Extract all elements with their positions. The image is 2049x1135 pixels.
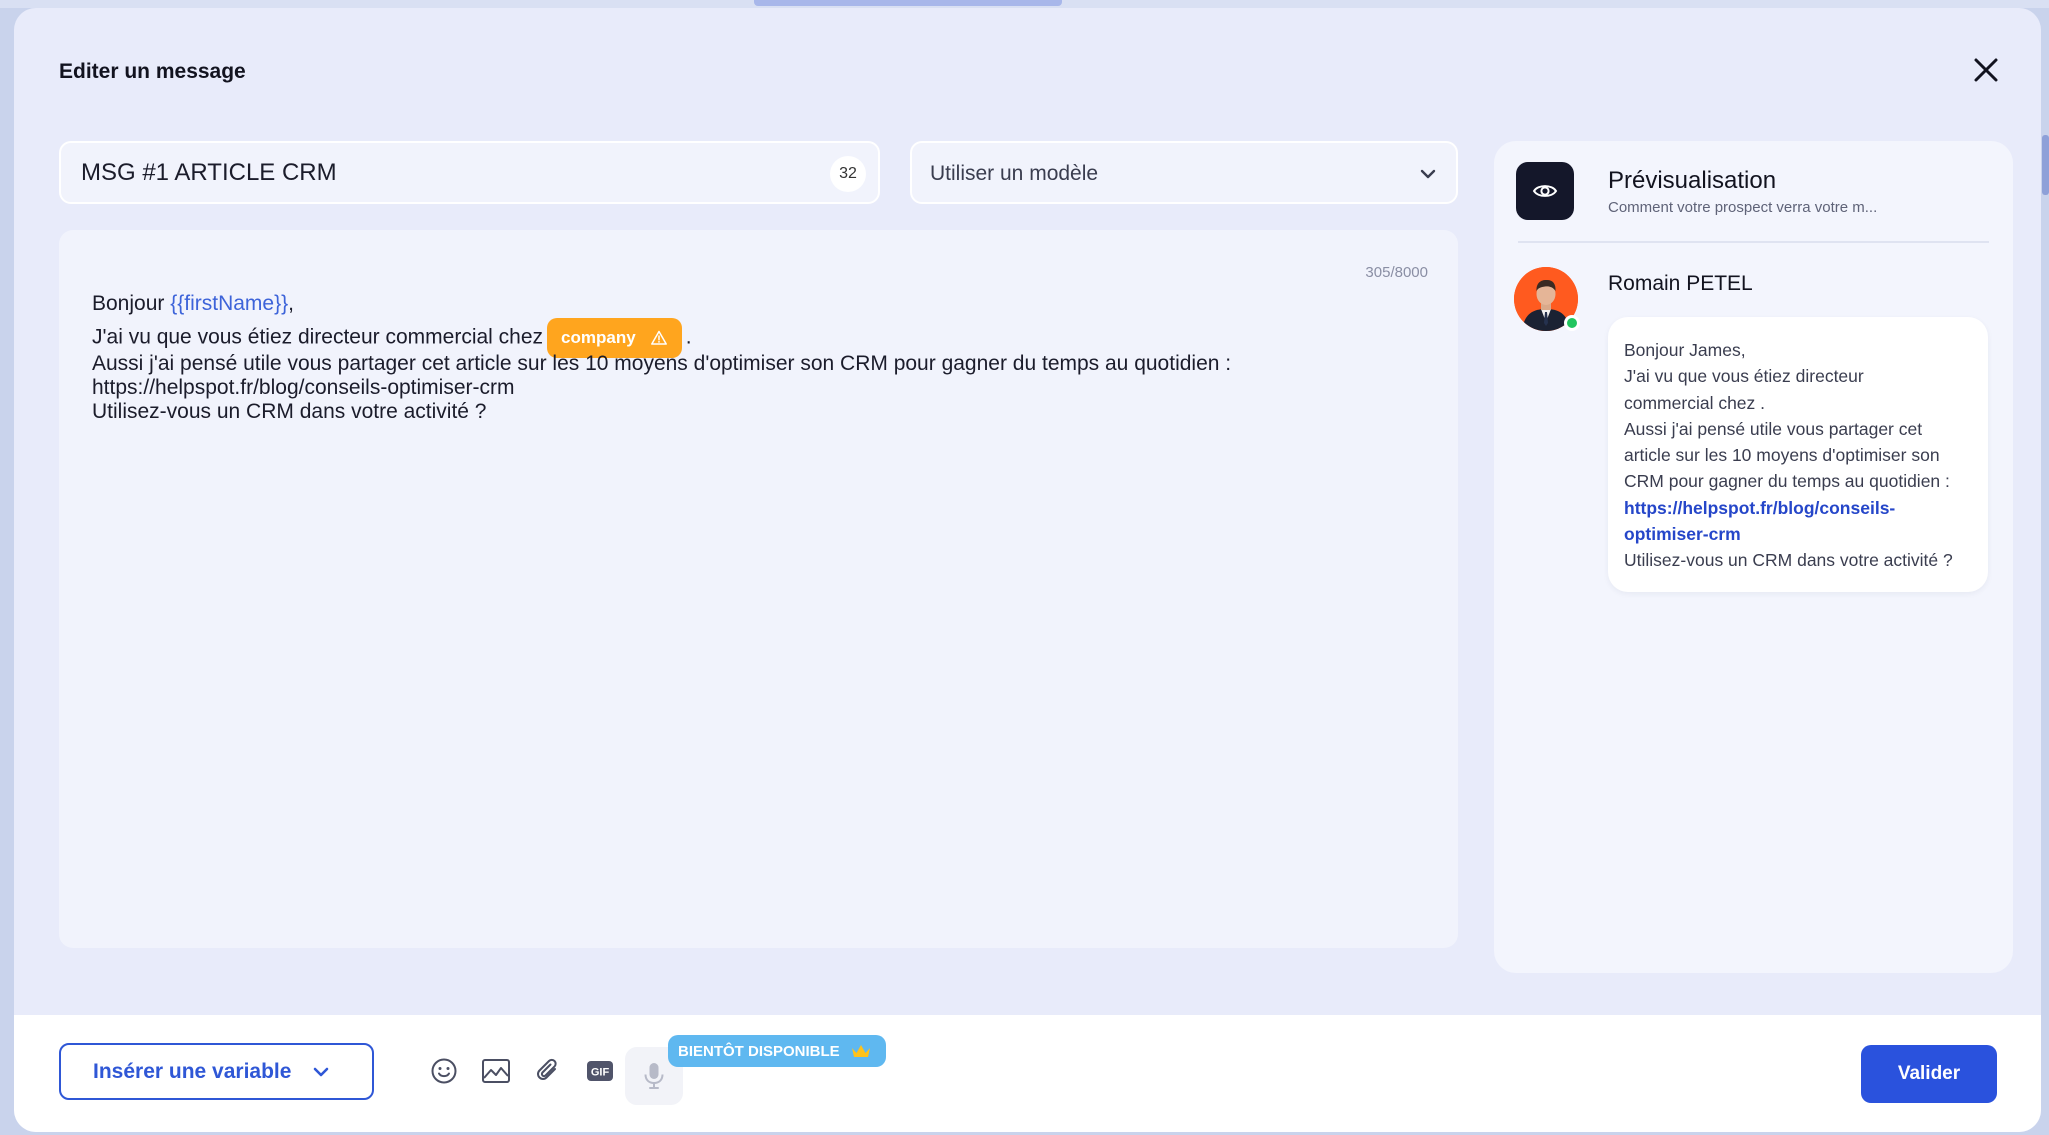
warning-icon — [650, 330, 667, 345]
background-tab-indicator — [754, 0, 1062, 6]
bubble-line: commercial chez . — [1624, 392, 1766, 413]
bubble-line: Bonjour James, — [1624, 340, 1746, 360]
preview-icon-box — [1516, 162, 1574, 220]
preview-title: Prévisualisation — [1608, 167, 1777, 194]
crown-icon — [851, 1045, 870, 1057]
modal-footer: Insérer une variable GIF BIENTÔT DISPONI… — [14, 1015, 2041, 1132]
chevron-down-icon — [1420, 169, 1436, 179]
bubble-link-cont[interactable]: optimiser-crm — [1624, 521, 1974, 547]
close-button[interactable] — [1964, 48, 2008, 92]
greeting-text: Bonjour — [92, 292, 171, 315]
editor-line-link: https://helpspot.fr/blog/conseils-optimi… — [92, 376, 515, 399]
bubble-line: article sur les 10 moyens d'optimiser so… — [1624, 445, 1940, 466]
sender-name: Romain PETEL — [1608, 272, 1753, 295]
insert-variable-label: Insérer une variable — [93, 1059, 292, 1083]
validate-button[interactable]: Valider — [1861, 1045, 1997, 1103]
message-name-field: 32 — [59, 141, 880, 204]
bubble-line: J'ai vu que vous étiez directeur — [1624, 366, 1864, 387]
gif-button[interactable]: GIF — [584, 1055, 616, 1087]
insert-variable-button[interactable]: Insérer une variable — [59, 1043, 374, 1100]
editor-line-3: Aussi j'ai pensé utile vous partager cet… — [92, 352, 1232, 375]
modal-title: Editer un message — [59, 60, 246, 83]
template-select[interactable]: Utiliser un modèle — [910, 141, 1458, 204]
greeting-end: , — [288, 292, 294, 315]
image-button[interactable] — [480, 1055, 512, 1087]
template-select-label: Utiliser un modèle — [930, 162, 1099, 185]
attachment-button[interactable] — [532, 1055, 564, 1087]
edit-message-modal: Editer un message 32 Utiliser un modèle … — [14, 8, 2041, 1132]
bubble-line: Utilisez-vous un CRM dans votre activité… — [1624, 550, 1953, 571]
line2-text: J'ai vu que vous étiez directeur commerc… — [92, 325, 544, 349]
emoji-button[interactable] — [428, 1055, 460, 1087]
message-body[interactable]: Bonjour {{firstName}}, J'ai vu que vous … — [92, 292, 1432, 424]
background-scrollbar[interactable] — [2042, 135, 2049, 195]
attachment-icon — [537, 1058, 557, 1080]
preview-panel: Prévisualisation Comment votre prospect … — [1494, 141, 2013, 973]
line2-end: . — [685, 325, 692, 349]
editor-line-company: J'ai vu que vous étiez directeur commerc… — [92, 318, 1432, 358]
microphone-icon — [644, 1063, 664, 1089]
coming-soon-label: BIENTÔT DISPONIBLE — [678, 1042, 840, 1060]
preview-message-bubble: Bonjour James, J'ai vu que vous étiez di… — [1608, 317, 1988, 592]
gif-icon: GIF — [587, 1061, 613, 1081]
preview-divider — [1518, 241, 1989, 243]
chevron-down-icon — [314, 1067, 329, 1076]
message-editor[interactable]: 305/8000 Bonjour {{firstName}}, J'ai vu … — [59, 230, 1458, 948]
preview-subtitle: Comment votre prospect verra votre m... — [1608, 199, 1878, 216]
message-name-char-count: 32 — [830, 156, 866, 192]
coming-soon-badge: BIENTÔT DISPONIBLE — [668, 1035, 886, 1067]
firstname-variable[interactable]: {{firstName}} — [170, 292, 288, 315]
company-variable-label: company — [561, 328, 636, 347]
image-icon — [482, 1059, 510, 1083]
bubble-line: Aussi j'ai pensé utile vous partager cet — [1624, 418, 1923, 439]
editor-line-greeting: Bonjour {{firstName}}, — [92, 292, 1432, 316]
message-name-input[interactable] — [81, 156, 801, 190]
eye-icon — [1532, 185, 1558, 197]
bubble-line: CRM pour gagner du temps au quotidien : — [1624, 471, 1950, 492]
editor-line-question: Utilisez-vous un CRM dans votre activité… — [92, 400, 487, 423]
editor-char-counter: 305/8000 — [1365, 264, 1428, 281]
emoji-icon — [431, 1058, 457, 1084]
online-status-indicator — [1564, 315, 1580, 331]
close-icon — [1974, 58, 1998, 82]
gif-label: GIF — [591, 1067, 610, 1079]
bubble-link[interactable]: https://helpspot.fr/blog/conseils- — [1624, 495, 1974, 521]
